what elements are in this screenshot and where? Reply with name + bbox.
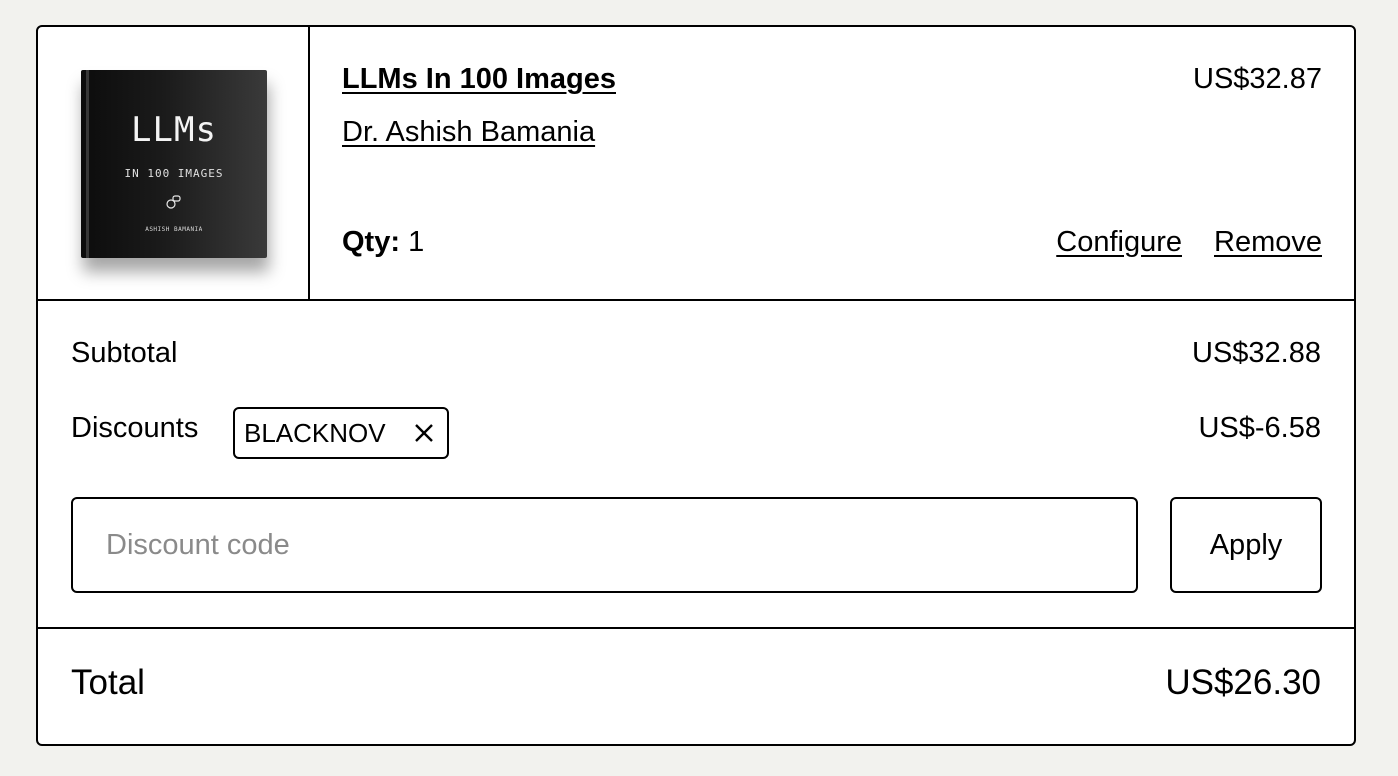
discount-code-input[interactable] [71,497,1138,593]
total-label: Total [71,663,145,702]
subtotal-label: Subtotal [71,337,178,369]
subtotal-value: US$32.88 [1192,337,1321,369]
quantity-label: Qty: [342,226,400,258]
quantity: Qty: 1 [342,226,424,259]
total-value: US$26.30 [1165,663,1321,702]
apply-discount-button[interactable]: Apply [1170,497,1322,593]
discounts-label: Discounts [71,412,199,444]
product-thumbnail-cell: LLMs IN 100 IMAGES ASHISH BAMANIA [38,27,310,299]
discount-chip-code: BLACKNOV [244,417,386,448]
cart-item-row: LLMs IN 100 IMAGES ASHISH BAMANIA LLMs I… [38,27,1354,301]
item-actions: Configure Remove [1056,226,1322,259]
order-summary: Subtotal US$32.88 Discounts BLACKNOV US$… [38,301,1354,629]
cover-title: LLMs [131,110,217,150]
configure-link[interactable]: Configure [1056,226,1182,259]
cover-logo-icon [166,195,181,209]
product-cover-image[interactable]: LLMs IN 100 IMAGES ASHISH BAMANIA [81,70,267,258]
remove-discount-close-icon[interactable] [411,420,437,446]
cover-author: ASHISH BAMANIA [145,226,203,233]
item-info: LLMs In 100 Images Dr. Ashish Bamania US… [342,27,1322,299]
product-author-link[interactable]: Dr. Ashish Bamania [342,116,595,149]
product-title-link[interactable]: LLMs In 100 Images [342,63,616,96]
discount-value: US$-6.58 [1198,412,1321,444]
item-price: US$32.87 [1193,63,1322,95]
cart-card: LLMs IN 100 IMAGES ASHISH BAMANIA LLMs I… [36,25,1356,746]
quantity-value: 1 [408,226,425,258]
cover-subtitle: IN 100 IMAGES [124,167,224,180]
applied-discount-chip: BLACKNOV [233,407,449,459]
remove-link[interactable]: Remove [1214,226,1322,259]
